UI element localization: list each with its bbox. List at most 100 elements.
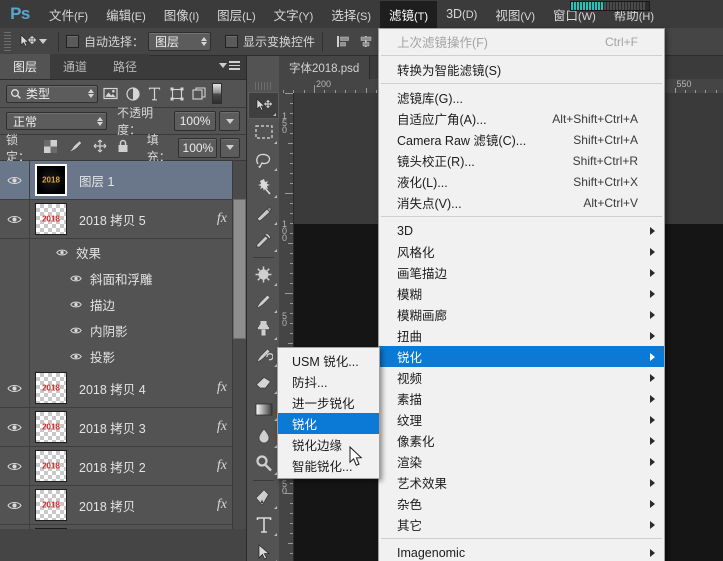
menu-6[interactable]: 滤镜(T) (380, 1, 437, 28)
sharpen-submenu-item[interactable]: 防抖... (278, 371, 379, 392)
sharpen-submenu-item[interactable]: 锐化 (278, 413, 379, 434)
layer-effect-item[interactable]: 投影 (0, 343, 246, 369)
current-tool-move-icon[interactable] (15, 34, 51, 49)
layer-effect-item[interactable]: 斜面和浮雕 (0, 265, 246, 291)
layer-thumbnail[interactable]: 2018 (35, 489, 67, 521)
blend-mode-dropdown[interactable]: 正常 (6, 112, 107, 130)
opacity-input[interactable]: 100% (174, 111, 216, 131)
filter-menu-item[interactable]: 其它 (379, 514, 664, 535)
effect-visibility-toggle[interactable] (70, 300, 82, 309)
layer-thumbnail[interactable]: 2018 (35, 411, 67, 443)
filter-menu-item[interactable]: 自适应广角(A)...Alt+Shift+Ctrl+A (379, 108, 664, 129)
tab-paths[interactable]: 路径 (100, 54, 150, 79)
tool-blur[interactable] (248, 423, 279, 450)
tool-move[interactable] (248, 92, 279, 119)
tool-crop[interactable] (248, 200, 279, 227)
sharpen-submenu-item[interactable]: 智能锐化... (278, 455, 379, 476)
filter-menu-item[interactable]: 模糊 (379, 283, 664, 304)
filter-type-layers-icon[interactable] (145, 84, 164, 103)
filter-menu-item[interactable]: 扭曲 (379, 325, 664, 346)
layer-name[interactable]: 2018 拷贝 4 (79, 379, 217, 398)
tool-brush[interactable] (248, 288, 279, 315)
layer-effects-fx-icon[interactable]: fx (217, 211, 227, 227)
tool-pen[interactable] (248, 484, 279, 511)
layer-list[interactable]: 2018图层 120182018 拷贝 5fx效果斜面和浮雕描边内阴影投影201… (0, 161, 246, 529)
menu-1[interactable]: 编辑(E) (97, 1, 155, 28)
filter-adjustment-layers-icon[interactable] (123, 84, 142, 103)
filter-toggle-switch[interactable] (212, 83, 222, 104)
filter-menu-item[interactable]: 模糊画廊 (379, 304, 664, 325)
tool-eyedropper[interactable] (248, 227, 279, 254)
filter-menu-item[interactable]: Imagenomic (379, 542, 664, 561)
layer-effect-item[interactable]: 内阴影 (0, 317, 246, 343)
tool-preset-chevron-icon[interactable] (39, 39, 47, 44)
layer-name[interactable]: 2018 拷贝 3 (79, 418, 217, 437)
filter-menu-item[interactable]: 杂色 (379, 493, 664, 514)
layer-visibility-toggle[interactable] (0, 525, 30, 529)
filter-menu-item[interactable]: 素描 (379, 388, 664, 409)
menu-8[interactable]: 视图(V) (486, 1, 544, 28)
align-horizontal-centers-icon[interactable] (359, 35, 373, 48)
effect-visibility-toggle[interactable] (70, 326, 82, 335)
layer-effects-fx-icon[interactable]: fx (217, 497, 227, 513)
filter-menu-item[interactable]: 锐化 (379, 346, 664, 367)
layer-thumbnail[interactable]: 2018 (35, 528, 67, 529)
tool-rectangular-marquee[interactable] (248, 119, 279, 146)
layer-row[interactable]: 20182018 拷贝 3fx (0, 408, 246, 447)
filter-pixel-layers-icon[interactable] (101, 84, 120, 103)
menu-0[interactable]: 文件(F) (40, 1, 97, 28)
layer-visibility-toggle[interactable] (0, 200, 30, 238)
tab-layers[interactable]: 图层 (0, 54, 50, 79)
layer-name[interactable]: 2018 拷贝 5 (79, 210, 217, 229)
layers-scrollbar-thumb[interactable] (233, 199, 246, 339)
filter-menu-item[interactable]: 镜头校正(R)...Shift+Ctrl+R (379, 150, 664, 171)
effects-group-eye-icon[interactable] (56, 248, 68, 257)
layer-visibility-toggle[interactable] (0, 161, 30, 199)
tool-clone-stamp[interactable] (248, 315, 279, 342)
fill-slider-button[interactable] (220, 138, 240, 158)
layer-thumbnail[interactable]: 2018 (35, 164, 67, 196)
tool-gradient[interactable] (248, 396, 279, 423)
menu-3[interactable]: 图层(L) (208, 1, 264, 28)
show-transform-controls-checkbox[interactable] (225, 35, 238, 48)
toolbox-grip[interactable] (255, 82, 272, 90)
effect-visibility-toggle[interactable] (70, 352, 82, 361)
opacity-slider-button[interactable] (219, 111, 240, 131)
layers-scrollbar[interactable] (232, 161, 246, 529)
layer-row[interactable]: 20182018 拷贝fx (0, 486, 246, 525)
lock-position-icon[interactable] (93, 139, 107, 156)
sharpen-submenu[interactable]: USM 锐化...防抖...进一步锐化锐化锐化边缘智能锐化... (277, 347, 380, 479)
auto-select-scope-dropdown[interactable]: 图层 (148, 32, 211, 51)
lock-image-pixels-icon[interactable] (67, 140, 83, 156)
layer-row[interactable]: 20182018 拷贝 2fx (0, 447, 246, 486)
layer-visibility-toggle[interactable] (0, 369, 30, 407)
layer-effect-item[interactable]: 描边 (0, 291, 246, 317)
filter-menu-item[interactable]: 风格化 (379, 241, 664, 262)
layer-visibility-toggle[interactable] (0, 408, 30, 446)
layer-effects-group[interactable]: 效果 (0, 239, 246, 265)
layer-row[interactable]: 20182018 拷贝 5fx (0, 200, 246, 239)
filter-menu-item[interactable]: 消失点(V)...Alt+Ctrl+V (379, 192, 664, 213)
filter-menu-item[interactable]: Camera Raw 滤镜(C)...Shift+Ctrl+A (379, 129, 664, 150)
document-tab[interactable]: 字体2018.psd (279, 56, 370, 80)
filter-menu[interactable]: 上次滤镜操作(F)Ctrl+F转换为智能滤镜(S)滤镜库(G)...自适应广角(… (378, 28, 665, 561)
filter-menu-item[interactable]: 液化(L)...Shift+Ctrl+X (379, 171, 664, 192)
tool-lasso[interactable] (248, 146, 279, 173)
menu-2[interactable]: 图像(I) (155, 1, 208, 28)
filter-menu-item[interactable]: 纹理 (379, 409, 664, 430)
tool-magic-wand[interactable] (248, 173, 279, 200)
tool-history-brush[interactable] (248, 342, 279, 369)
menu-5[interactable]: 选择(S) (322, 1, 380, 28)
auto-select-checkbox[interactable] (66, 35, 79, 48)
filter-menu-item[interactable]: 艺术效果 (379, 472, 664, 493)
align-left-edges-icon[interactable] (336, 35, 350, 48)
panel-options-menu-icon[interactable] (219, 61, 240, 70)
menu-4[interactable]: 文字(Y) (265, 1, 323, 28)
menu-7[interactable]: 3D(D) (437, 3, 486, 25)
effect-visibility-toggle[interactable] (70, 274, 82, 283)
tool-type[interactable] (248, 511, 279, 538)
filter-menu-item[interactable]: 视频 (379, 367, 664, 388)
layer-visibility-toggle[interactable] (0, 447, 30, 485)
vertical-ruler[interactable]: 15010050050 (279, 93, 294, 561)
options-bar-grip[interactable] (4, 32, 11, 52)
